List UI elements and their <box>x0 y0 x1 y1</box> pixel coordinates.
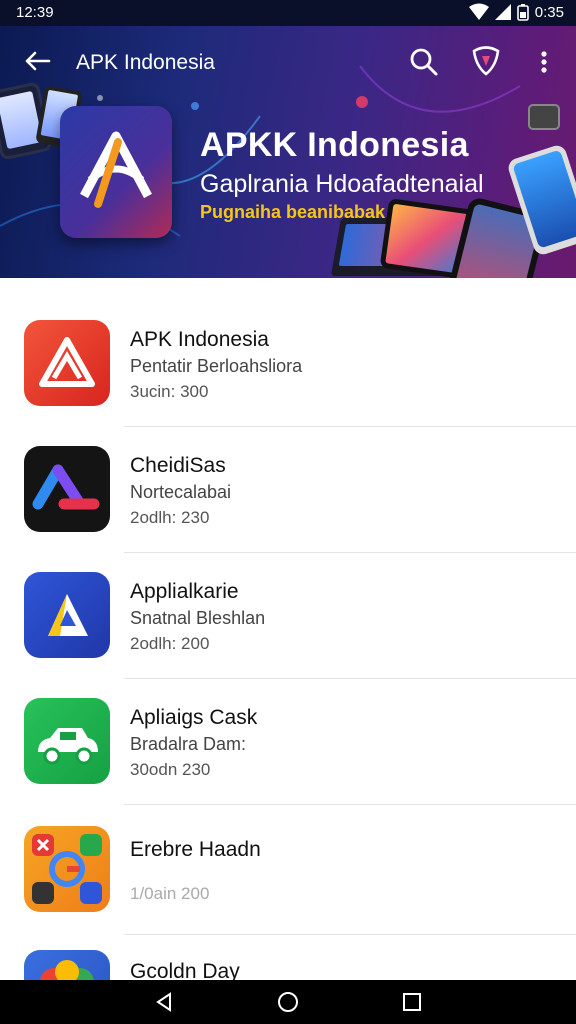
app-list: APK Indonesia Pentatir Berloahsliora 3uc… <box>0 278 576 980</box>
hero-title: APKK Indonesia <box>200 126 469 164</box>
gcoldn-day-icon <box>24 950 110 980</box>
app-name: Gcoldn Day <box>130 960 240 980</box>
home-circle-icon <box>278 992 298 1012</box>
hero-subtitle: Gaplrania Hdoafadtenaial <box>200 170 484 198</box>
search-button[interactable] <box>406 44 442 80</box>
app-name: APK Indonesia <box>130 328 269 351</box>
apk-logo-icon <box>80 131 152 208</box>
app-size: 3ucin: 300 <box>130 382 209 401</box>
search-icon <box>410 48 438 76</box>
status-icons: 0:35 <box>468 3 564 21</box>
erebre-haadn-icon <box>24 826 110 912</box>
apliaigs-cask-icon <box>24 698 110 784</box>
applialkarie-icon <box>24 572 110 658</box>
app-list-item[interactable]: Gcoldn Day <box>0 924 576 980</box>
nav-home-button[interactable] <box>268 986 308 1018</box>
app-bar: APK Indonesia <box>0 26 576 96</box>
apk-indonesia-icon <box>24 320 110 406</box>
app-size: 2odlh: 200 <box>130 634 210 653</box>
app-description: Pentatir Berloahsliora <box>130 356 303 376</box>
status-clock: 0:35 <box>534 3 564 21</box>
status-bar: 12:39 0:35 <box>0 0 576 26</box>
back-triangle-icon <box>156 992 171 1012</box>
more-vert-icon <box>541 51 547 73</box>
app-size: 30odn 230 <box>130 760 211 779</box>
shield-button[interactable] <box>468 42 504 78</box>
app-size: 1/0ain 200 <box>130 884 210 903</box>
app-list-item[interactable]: Apliaigs Cask Bradalra Dam: 30odn 230 <box>0 672 576 798</box>
app-name: Erebre Haadn <box>130 838 261 861</box>
more-options-button[interactable] <box>532 44 556 80</box>
wifi-icon <box>468 3 489 20</box>
cheidisas-icon <box>24 446 110 532</box>
app-description: Snatnal Bleshlan <box>130 608 266 628</box>
hero-app-logo <box>60 106 172 238</box>
app-description: Bradalra Dam: <box>130 734 247 754</box>
app-list-item[interactable]: Erebre Haadn 1/0ain 200 <box>0 798 576 924</box>
nav-recents-button[interactable] <box>392 986 432 1018</box>
app-name: CheidiSas <box>130 454 226 477</box>
shield-icon <box>472 46 500 76</box>
app-size: 2odlh: 230 <box>130 508 210 527</box>
signal-icon <box>494 4 511 20</box>
device-illustration-watch <box>528 104 560 130</box>
app-list-item[interactable]: CheidiSas Nortecalabai 2odlh: 230 <box>0 420 576 546</box>
app-description: Nortecalabai <box>130 482 232 502</box>
hero-banner: APK Indonesia APKK Indonesia Gaplrania H… <box>0 26 576 278</box>
recents-square-icon <box>403 993 421 1011</box>
back-arrow-icon <box>25 51 51 71</box>
nav-back-button[interactable] <box>144 986 184 1018</box>
app-bar-title: APK Indonesia <box>76 51 215 74</box>
hero-tagline: Pugnaiha beanibabak <box>200 202 386 222</box>
app-list-item[interactable]: Applialkarie Snatnal Bleshlan 2odlh: 200 <box>0 546 576 672</box>
app-name: Apliaigs Cask <box>130 706 258 729</box>
app-name: Applialkarie <box>130 580 239 603</box>
app-list-item[interactable]: APK Indonesia Pentatir Berloahsliora 3uc… <box>0 294 576 420</box>
status-time: 12:39 <box>16 4 54 21</box>
system-nav-bar <box>0 980 576 1024</box>
back-button[interactable] <box>20 46 56 76</box>
battery-icon <box>516 4 529 21</box>
